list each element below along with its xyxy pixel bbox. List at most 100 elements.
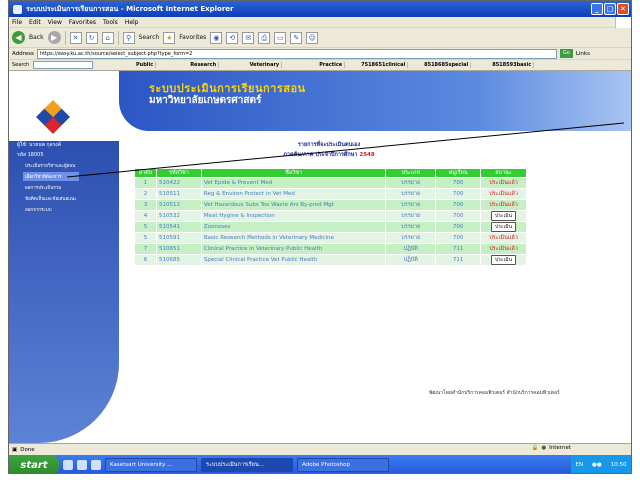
course-name: Zoonoses (200, 221, 387, 233)
edit-icon[interactable]: ✎ (290, 31, 303, 44)
banner-subtitle: มหาวิทยาลัยเกษตรศาสตร์ (149, 95, 262, 106)
home-icon[interactable]: ⌂ (101, 31, 114, 44)
course-name: Basic Research Methods in Veterinary Med… (200, 232, 387, 244)
row-number: 3 (134, 199, 157, 211)
user-info: ผู้ใช้: นายนพ กุลรงค์ รหัส 18005 (17, 141, 61, 161)
sidebar-item-0[interactable]: ประเมินรายวิชาและผู้สอน (23, 161, 79, 170)
quicklaunch-ie-icon[interactable] (63, 460, 73, 470)
link-practice[interactable]: Practice (282, 62, 346, 68)
quicklaunch-desktop-icon[interactable] (77, 460, 87, 470)
status-bar: ▣ Done 🔒 ● Internet (9, 443, 631, 455)
search-icon[interactable]: ⚲ (122, 31, 135, 44)
sidebar-item-4[interactable]: ออกจากระบบ (23, 205, 79, 214)
table-row: 1 510422 Vet Epide & Prevent Med บรรยาย 700 ป… (134, 177, 527, 189)
course-code: 510532 (155, 210, 202, 222)
course-type: บรรยาย (385, 188, 437, 200)
taskbar-item-0[interactable]: Kasetsart University ... (105, 458, 197, 472)
maximize-button[interactable]: □ (604, 3, 616, 15)
sidebar-item-1[interactable]: เลือกวิชาที่ต้องการ (23, 172, 79, 181)
university-logo-icon (36, 100, 70, 134)
heading-title: รายการที่จะประเมินตนเอง (297, 142, 361, 148)
menu-edit[interactable]: Edit (29, 19, 41, 26)
menu-favorites[interactable]: Favorites (69, 19, 96, 26)
course-type: บรรยาย (385, 177, 437, 189)
search-button-label[interactable]: Search (139, 34, 160, 41)
sidebar-item-3[interactable]: ข้อคิดเห็นและข้อเสนอแนะ (23, 194, 79, 203)
link-special[interactable]: 8518685special (408, 62, 472, 68)
print-icon[interactable]: ⎙ (258, 31, 271, 44)
quicklaunch-media-icon[interactable] (91, 460, 101, 470)
table-row: 6 510685 Special Clinical Practice Vet Pub… (134, 254, 527, 266)
ie-icon (13, 4, 22, 14)
course-code: 510685 (155, 254, 202, 266)
minimize-button[interactable]: _ (591, 3, 603, 15)
address-input[interactable] (36, 48, 557, 59)
language-indicator[interactable]: EN (575, 462, 583, 468)
sidebar-item-2[interactable]: ผลการประเมินรวม (23, 183, 79, 192)
link-basic[interactable]: 8518593basic (471, 62, 535, 68)
menu-help[interactable]: Help (125, 19, 139, 26)
course-name: Vet Epide & Prevent Med (200, 177, 387, 189)
course-name: Reg & Environ Protect in Vet Med (200, 188, 387, 200)
close-button[interactable]: ✕ (617, 3, 629, 15)
back-button-label[interactable]: Back (29, 34, 44, 41)
address-label: Address (12, 50, 34, 57)
zone-label: Internet (549, 445, 571, 451)
course-type: บรรยาย (385, 232, 437, 244)
go-button[interactable]: Go (559, 49, 573, 58)
menu-tools[interactable]: Tools (103, 19, 118, 26)
course-type: ปฏิบัติ (385, 254, 437, 266)
media-icon[interactable]: ◉ (210, 31, 223, 44)
favorites-button-label[interactable]: Favorites (179, 34, 206, 41)
course-section: 700 (435, 221, 482, 233)
link-public[interactable]: Public (93, 62, 157, 68)
links-label[interactable]: Links (576, 51, 590, 57)
evaluate-button[interactable]: ประเมิน (491, 222, 516, 232)
start-button[interactable]: start (9, 455, 59, 473)
status-evaluated: ประเมินแล้ว (480, 199, 527, 211)
refresh-icon[interactable]: ↻ (85, 31, 98, 44)
page-done-icon: ▣ (12, 446, 18, 453)
col-header-status: สถานะ (480, 168, 527, 178)
course-table: ลำดับ รหัสวิชา ชื่อวิชา ประเภท หมู่เรียน… (134, 168, 527, 266)
course-section: 700 (435, 199, 482, 211)
taskbar-item-1[interactable]: ระบบประเมินการเรียน... (201, 458, 293, 472)
evaluate-button[interactable]: ประเมิน (491, 255, 516, 265)
mail-icon[interactable]: ✉ (242, 31, 255, 44)
row-number: 6 (134, 254, 157, 266)
course-type: บรรยาย (385, 210, 437, 222)
system-tray: EN ●● 10:50 (571, 455, 631, 473)
history-icon[interactable]: ⟲ (226, 31, 239, 44)
course-type: บรรยาย (385, 221, 437, 233)
menu-bar: File Edit View Favorites Tools Help (9, 17, 631, 28)
course-code: 510422 (155, 177, 202, 189)
folder-icon[interactable]: ▭ (274, 31, 287, 44)
row-number: 5 (134, 232, 157, 244)
links-search-input[interactable] (33, 61, 94, 69)
link-clinical[interactable]: 7518651clinical (345, 62, 409, 68)
title-bar: ระบบประเมินการเรียนการสอน - Microsoft In… (9, 1, 631, 17)
messenger-icon[interactable]: ☺ (306, 31, 319, 44)
col-header-type: ประเภท (385, 168, 437, 178)
sidebar-menu: ประเมินรายวิชาและผู้สอนเลือกวิชาที่ต้องก… (23, 161, 79, 216)
menu-file[interactable]: File (12, 19, 22, 26)
evaluate-button[interactable]: ประเมิน (491, 211, 516, 221)
status-text: Done (20, 446, 35, 453)
col-header-no: ลำดับ (134, 168, 157, 178)
link-research[interactable]: Research (156, 62, 220, 68)
table-row: 5 510591 Basic Research Methods in Veterin… (134, 232, 527, 244)
row-number: 2 (134, 188, 157, 200)
status-evaluated: ประเมินแล้ว (480, 188, 527, 200)
course-name: Special Clinical Practice Vet Public Hea… (200, 254, 387, 266)
back-arrow-icon[interactable]: ◀ (12, 31, 25, 44)
favorites-star-icon[interactable]: ★ (163, 31, 176, 44)
links-search-label: Search (12, 62, 30, 68)
windows-logo-icon (615, 17, 631, 28)
links-bar: Search Public Research Veterinary Practi… (9, 60, 631, 71)
table-row: 2 510511 Reg & Environ Protect in Vet Med บ… (134, 188, 527, 200)
taskbar-item-2[interactable]: Adobe Photoshop (297, 458, 389, 472)
menu-view[interactable]: View (48, 19, 62, 26)
stop-icon[interactable]: ✕ (69, 31, 82, 44)
link-veterinary[interactable]: Veterinary (219, 62, 283, 68)
forward-arrow-icon[interactable]: ▶ (47, 31, 61, 44)
